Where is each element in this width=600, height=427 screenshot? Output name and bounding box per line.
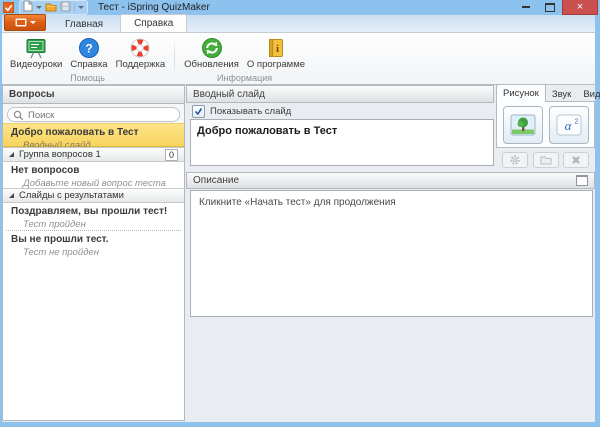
svg-text:α: α [564,118,572,133]
description-textbox[interactable]: Кликните «Начать тест» для продолжения [190,190,593,317]
svg-text:i: i [276,43,279,55]
add-picture-button[interactable] [503,106,543,144]
tab-home[interactable]: Главная [52,16,116,32]
group-header-label: Группа вопросов 1 [19,149,101,160]
expander-triangle-icon[interactable] [9,152,14,157]
refresh-icon [201,36,223,59]
customize-qat-icon[interactable] [78,6,84,9]
updates-label: Обновления [184,59,239,70]
support-label: Поддержка [116,59,166,70]
list-item-passed-slide[interactable]: Поздравляем, вы прошли тест! Тест пройде… [3,203,184,229]
delete-x-icon [570,154,582,166]
about-label: О программе [247,59,305,70]
add-formula-button[interactable]: α2 [549,106,589,144]
maximize-button[interactable] [538,0,562,14]
minimize-button[interactable] [514,0,538,14]
list-item-failed-slide[interactable]: Вы не прошли тест. Тест не пройден [3,231,184,257]
minimize-icon [522,3,530,8]
expander-triangle-icon[interactable] [9,193,14,198]
list-item-no-questions[interactable]: Нет вопросов Добавьте новый вопрос теста… [3,162,184,188]
video-tutorials-button[interactable]: Видеоуроки [6,35,66,73]
about-book-icon: i [265,36,287,59]
checkmark-icon [194,107,203,116]
description-text: Кликните «Начать тест» для продолжения [199,197,396,208]
group-header-question-group[interactable]: Группа вопросов 1 0 [3,147,184,162]
picture-tree-icon [510,114,536,136]
list-item-title: Добро пожаловать в Тест [11,127,184,138]
list-item-title: Вы не прошли тест. [11,234,184,245]
tab-help[interactable]: Справка [120,14,187,32]
picture-tab-panel: α2 [496,101,595,148]
slide-title-text: Добро пожаловать в Тест [197,125,487,137]
application-menu-icon [15,18,27,27]
video-tutorials-label: Видеоуроки [10,59,62,70]
picture-export-button [533,152,559,168]
search-input[interactable] [26,108,178,123]
content-area: Вопросы Добро пожаловать в Тест Вводный … [2,83,595,422]
show-slide-checkbox[interactable] [192,105,205,118]
search-icon [13,110,24,121]
app-logo-icon [3,2,14,13]
picture-settings-button [502,152,528,168]
close-button[interactable]: × [562,0,598,15]
ribbon-group-help: Видеоуроки ? Справка Поддержка Помощь [2,33,173,84]
search-box[interactable] [7,107,180,122]
maximize-icon [545,3,555,12]
support-button[interactable]: Поддержка [112,35,170,73]
ribbon-group-info: Обновления i О программе Информация [176,33,313,84]
tab-video[interactable]: Видео [577,87,600,102]
title-bar: Тест - iSpring QuizMaker × [0,0,600,15]
svg-text:?: ? [85,41,92,55]
intro-slide-panel-header: Вводный слайд [186,85,494,103]
description-header-label: Описание [193,175,239,186]
gear-icon [508,154,522,166]
ribbon-group-help-buttons: Видеоуроки ? Справка Поддержка [2,33,173,73]
show-slide-label: Показывать слайд [210,106,291,117]
about-button[interactable]: i О программе [243,35,309,73]
list-item-title: Нет вопросов [11,165,184,176]
chalkboard-icon [25,36,47,59]
show-slide-row: Показывать слайд [186,104,494,119]
questions-panel: Вопросы Добро пожаловать в Тест Вводный … [2,85,185,421]
application-menu-caret-icon [30,21,36,24]
description-panel-header: Описание [186,172,595,189]
list-item-intro-slide[interactable]: Добро пожаловать в Тест Вводный слайд [3,123,184,147]
help-button[interactable]: ? Справка [66,35,111,73]
formula-icon: α2 [556,114,582,136]
help-question-icon: ? [78,36,100,59]
tab-sound[interactable]: Звук [546,87,577,102]
application-menu-button[interactable] [4,14,46,31]
questions-panel-header: Вопросы [3,86,184,104]
lifebuoy-icon [129,36,151,59]
picture-delete-button [563,152,589,168]
ribbon-group-separator [174,35,175,82]
search-row [3,104,184,125]
list-item-subtitle: Тест не пройден [23,247,184,258]
media-tabs: Рисунок Звук Видео [496,85,595,102]
ribbon-group-help-label: Помощь [2,73,173,84]
ribbon-group-info-label: Информация [176,73,313,84]
new-document-dropdown-icon[interactable] [36,6,42,9]
group-header-result-slides[interactable]: Слайды с результатами [3,188,184,203]
folder-icon [539,154,553,166]
ribbon-tab-strip: Главная Справка [2,15,595,32]
picture-tools-row [496,151,595,169]
qat-separator [74,3,75,12]
help-label: Справка [70,59,107,70]
svg-text:2: 2 [574,118,578,125]
list-item-subtitle: Тест пройден [23,219,184,230]
window-title: Тест - iSpring QuizMaker [98,2,210,13]
list-item-title: Поздравляем, вы прошли тест! [11,206,184,217]
ribbon-group-info-buttons: Обновления i О программе [176,33,313,73]
quick-access-toolbar [19,0,88,15]
group-header-label: Слайды с результатами [19,190,124,201]
tab-picture[interactable]: Рисунок [496,84,546,102]
slide-title-textbox[interactable]: Добро пожаловать в Тест [190,119,494,166]
window-controls: × [514,0,600,15]
updates-button[interactable]: Обновления [180,35,243,73]
expand-description-button[interactable] [576,175,588,186]
question-count-badge: 0 [165,149,178,161]
ribbon: Видеоуроки ? Справка Поддержка Помощь [2,32,595,85]
